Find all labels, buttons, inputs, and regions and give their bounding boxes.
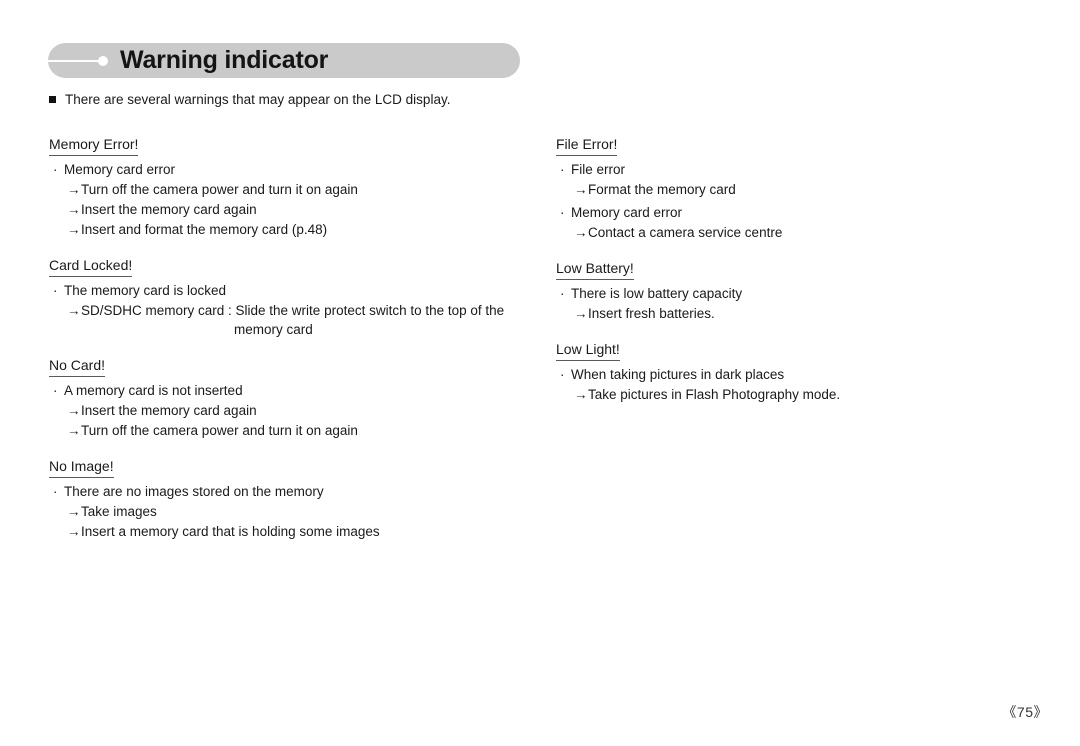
arrow-icon: → — [67, 202, 81, 217]
warning-action-text: Turn off the camera power and turn it on… — [81, 182, 358, 197]
warning-action-text: SD/SDHC memory card : Slide the write pr… — [81, 303, 505, 318]
warning-action-text: Turn off the camera power and turn it on… — [81, 423, 358, 438]
middot-bullet-icon: · — [53, 162, 58, 177]
warning-block: Low Battery! · There is low battery capaci… — [556, 259, 1016, 323]
middot-bullet-icon: · — [560, 286, 565, 301]
arrow-icon: → — [67, 222, 81, 237]
warning-action: →Contact a camera service centre — [556, 223, 1016, 242]
square-bullet-icon — [49, 96, 56, 103]
warning-cause: · The memory card is locked — [49, 281, 529, 300]
page-number: 《75》 — [1002, 704, 1048, 720]
arrow-icon: → — [67, 504, 81, 519]
warning-action-text: Insert fresh batteries. — [588, 306, 715, 321]
warning-action-text: Insert the memory card again — [81, 202, 257, 217]
warning-cause: · Memory card error — [556, 203, 1016, 222]
warning-action-text: Insert and format the memory card (p.48) — [81, 222, 328, 237]
warning-action: →Insert fresh batteries. — [556, 304, 1016, 323]
warning-cause-text: File error — [571, 162, 626, 177]
warning-cause: · When taking pictures in dark places — [556, 365, 1016, 384]
line-dot-marker-icon — [48, 43, 120, 78]
warning-cause: · There is low battery capacity — [556, 284, 1016, 303]
warning-action: →Insert the memory card again — [49, 200, 529, 219]
middot-bullet-icon: · — [560, 367, 565, 382]
middot-bullet-icon: · — [560, 162, 565, 177]
warning-action: →SD/SDHC memory card : Slide the write p… — [49, 301, 529, 339]
page-title: Warning indicator — [120, 46, 329, 74]
warning-action-continuation: memory card — [234, 322, 313, 337]
warning-column-left: Memory Error! · Memory card error →Turn off… — [49, 135, 529, 558]
warning-heading: Memory Error! — [49, 135, 139, 156]
warning-cause-text: There are no images stored on the memory — [64, 484, 324, 499]
arrow-icon: → — [67, 303, 81, 318]
warning-cause-text: The memory card is locked — [64, 283, 227, 298]
warning-heading: Card Locked! — [49, 256, 133, 277]
warning-action-text: Take images — [81, 504, 157, 519]
warning-action: →Format the memory card — [556, 180, 1016, 199]
middot-bullet-icon: · — [53, 383, 58, 398]
warning-block: Memory Error! · Memory card error →Turn off… — [49, 135, 529, 239]
arrow-icon: → — [574, 306, 588, 321]
middot-bullet-icon: · — [53, 283, 58, 298]
warning-action-text: Format the memory card — [588, 182, 736, 197]
arrow-icon: → — [574, 387, 588, 402]
arrow-icon: → — [574, 225, 588, 240]
warning-block: File Error! · File error →Format the memory… — [556, 135, 1016, 242]
warning-cause: · A memory card is not inserted — [49, 381, 529, 400]
warning-action: →Insert the memory card again — [49, 401, 529, 420]
warning-action: →Insert a memory card that is holding so… — [49, 522, 529, 541]
warning-cause-text: There is low battery capacity — [571, 286, 743, 301]
warning-action-text: Insert the memory card again — [81, 403, 257, 418]
warning-block: No Card! · A memory card is not inserted →I… — [49, 356, 529, 440]
intro-line: There are several warnings that may appe… — [49, 91, 450, 109]
warning-block: No Image! · There are no images stored on … — [49, 457, 529, 541]
warning-action-text: Insert a memory card that is holding som… — [81, 524, 380, 539]
page-header-banner: Warning indicator — [48, 43, 520, 78]
arrow-icon: → — [67, 423, 81, 438]
warning-action: →Take images — [49, 502, 529, 521]
warning-heading: No Image! — [49, 457, 114, 478]
warning-cause: · File error — [556, 160, 1016, 179]
warning-action-text: Take pictures in Flash Photography mode. — [588, 387, 841, 402]
warning-cause: · Memory card error — [49, 160, 529, 179]
middot-bullet-icon: · — [53, 484, 58, 499]
warning-action: →Insert and format the memory card (p.48… — [49, 220, 529, 239]
warning-column-right: File Error! · File error →Format the memory… — [556, 135, 1016, 421]
arrow-icon: → — [67, 403, 81, 418]
warning-action: →Take pictures in Flash Photography mode… — [556, 385, 1016, 404]
arrow-icon: → — [574, 182, 588, 197]
warning-cause-text: Memory card error — [64, 162, 176, 177]
middot-bullet-icon: · — [560, 205, 565, 220]
warning-heading: No Card! — [49, 356, 106, 377]
warning-heading: Low Light! — [556, 340, 620, 361]
warning-cause-text: A memory card is not inserted — [64, 383, 243, 398]
warning-heading: File Error! — [556, 135, 618, 156]
warning-cause-text: Memory card error — [571, 205, 683, 220]
warning-action: →Turn off the camera power and turn it o… — [49, 421, 529, 440]
warning-cause: · There are no images stored on the memor… — [49, 482, 529, 501]
arrow-icon: → — [67, 524, 81, 539]
warning-cause-text: When taking pictures in dark places — [571, 367, 785, 382]
warning-action-text: Contact a camera service centre — [588, 225, 783, 240]
warning-block: Low Light! · When taking pictures in dark … — [556, 340, 1016, 404]
warning-action: →Turn off the camera power and turn it o… — [49, 180, 529, 199]
warning-block: Card Locked! · The memory card is locked →S… — [49, 256, 529, 339]
arrow-icon: → — [67, 182, 81, 197]
warning-heading: Low Battery! — [556, 259, 634, 280]
intro-text: There are several warnings that may appe… — [65, 92, 451, 107]
